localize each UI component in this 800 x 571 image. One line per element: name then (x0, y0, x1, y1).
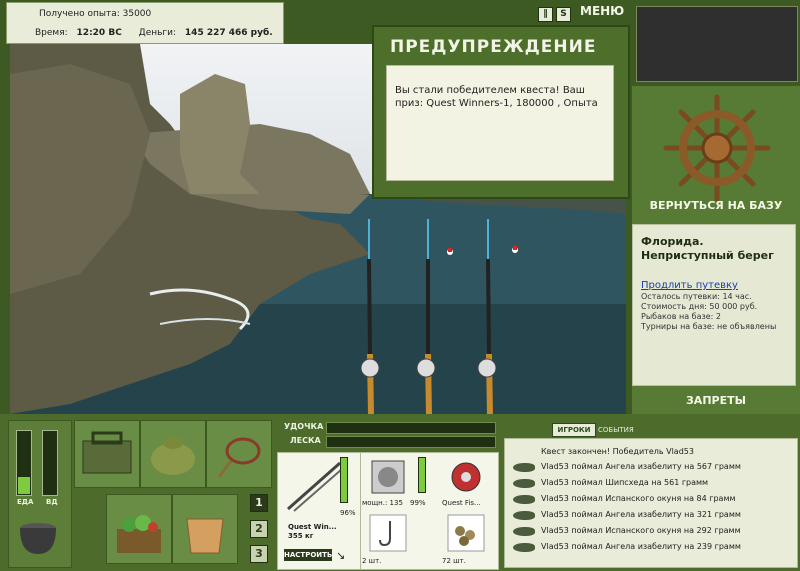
extend-trip-link[interactable]: Продлить путевку (641, 280, 738, 291)
rod-tension-slider[interactable] (326, 422, 496, 434)
time-label: Время: (35, 28, 68, 38)
list-item: Vlad53 поймал Ангела изабелиту на 321 гр… (541, 510, 741, 519)
food-label: ЕДА (17, 498, 34, 506)
tab-events[interactable]: СОБЫТИЯ (598, 423, 634, 437)
tackle-box-icon (82, 431, 132, 474)
rod-name: Quest Win... (288, 523, 337, 531)
page-button-1[interactable]: 1 (250, 494, 268, 512)
return-to-base-button[interactable]: ВЕРНУТЬСЯ НА БАЗУ (636, 199, 796, 212)
quest-result-message: Квест закончен! Победитель Vlad53 (541, 447, 694, 456)
time-money-row: Время: 12:20 ВС Деньги: 145 227 466 руб. (35, 28, 273, 38)
list-item: Vlad53 поймал Ангела изабелиту на 239 гр… (541, 542, 741, 551)
landing-net-icon (217, 437, 261, 478)
sound-icon[interactable]: S (556, 7, 571, 22)
setup-button[interactable]: НАСТРОИТЬ (284, 549, 332, 561)
list-item: Vlad53 поймал Ангела изабелиту на 567 гр… (541, 462, 741, 471)
location-title: Флорида. Неприступный берег (641, 235, 774, 262)
warning-dialog: ПРЕДУПРЕЖДЕНИЕ Вы стали победителем квес… (372, 25, 630, 199)
pause-icon[interactable]: ∥ (538, 7, 553, 22)
cauldron-icon[interactable] (16, 514, 60, 558)
bait-icon[interactable] (446, 513, 486, 553)
events-log: Квест закончен! Победитель Vlad53 Vlad53… (504, 438, 798, 568)
line-caption: Quest Fis... (442, 499, 481, 507)
bag-icon (151, 437, 195, 475)
rod-3 (477, 219, 497, 414)
fish-icon (513, 463, 535, 472)
rod-2 (416, 219, 436, 414)
warning-message: Вы стали победителем квеста! Ваш приз: Q… (386, 65, 614, 181)
fish-icon (513, 479, 535, 488)
inventory-slot-bag[interactable] (140, 420, 206, 488)
tournaments-at-base: Турниры на базе: не объявлены (641, 322, 777, 331)
line-tension-slider[interactable] (326, 436, 496, 448)
warning-title: ПРЕДУПРЕЖДЕНИЕ (390, 37, 597, 57)
player-info-panel: Получено опыта: 35000 Время: 12:20 ВС Де… (6, 2, 284, 44)
bucket-icon (186, 518, 224, 554)
experience-row: Получено опыта: 35000 (39, 9, 151, 19)
tackle-panel: Quest Win... 355 кг 96% НАСТРОИТЬ ↘ мощн… (277, 452, 499, 570)
food-meter-fill (18, 476, 30, 494)
bait-count: 72 шт. (442, 557, 466, 565)
list-item: Vlad53 поймал Испанского окуня на 84 гра… (541, 494, 736, 503)
location-info: Флорида. Неприступный берег Продлить пут… (632, 224, 796, 386)
drink-meter (42, 430, 58, 496)
ship-wheel-icon[interactable] (662, 93, 772, 203)
experience-value: 35000 (122, 9, 152, 19)
top-toolbar: ∥ S МЕНЮ (536, 4, 626, 24)
line-label: ЛЕСКА (290, 436, 321, 445)
rod-icon[interactable] (284, 459, 344, 515)
list-item: Vlad53 поймал Шипсхеда на 561 грамм (541, 478, 709, 487)
fish-icon (513, 495, 535, 504)
fishing-line-icon[interactable] (446, 457, 486, 497)
page-button-3[interactable]: 3 (250, 545, 268, 563)
minimap-panel (636, 6, 798, 82)
list-item: Vlad53 поймал Испанского окуня на 292 гр… (541, 526, 741, 535)
menu-button[interactable]: МЕНЮ (580, 4, 624, 18)
experience-label: Получено опыта: (39, 9, 120, 19)
food-meter (16, 430, 32, 496)
tab-players[interactable]: ИГРОКИ (552, 423, 596, 437)
drink-label: ВД (46, 498, 58, 506)
inventory-slot-tackle-box[interactable] (74, 420, 140, 488)
rod-percent: 96% (340, 509, 356, 517)
hook-icon[interactable] (368, 513, 408, 553)
reel-icon[interactable] (368, 457, 408, 497)
rod-durability-bar (340, 457, 348, 503)
day-cost: Стоимость дня: 50 000 руб. (641, 302, 758, 311)
arrow-icon: ↘ (336, 549, 346, 562)
hook-count: 2 шт. (362, 557, 382, 565)
fishers-at-base: Рыбаков на базе: 2 (641, 312, 721, 321)
rod-label: УДОЧКА (284, 422, 324, 431)
fish-icon (513, 543, 535, 552)
page-button-2[interactable]: 2 (250, 520, 268, 538)
inventory-slot-bucket[interactable] (172, 494, 238, 564)
inventory-slot-net[interactable] (206, 420, 272, 488)
money-value: 145 227 466 руб. (184, 28, 273, 38)
inventory-slot-basket[interactable] (106, 494, 172, 564)
fish-icon (513, 511, 535, 520)
money-label: Деньги: (138, 28, 177, 38)
reel-durability-bar (418, 457, 426, 493)
time-value: 12:20 ВС (76, 28, 122, 38)
reel-percent: 99% (410, 499, 426, 507)
vegetable-basket-icon (117, 515, 161, 553)
rod-1 (360, 219, 380, 414)
trip-remaining: Осталось путевки: 14 час. (641, 292, 752, 301)
fish-icon (513, 527, 535, 536)
reel-caption: мощн.: 135 (362, 499, 403, 507)
bans-button[interactable]: ЗАПРЕТЫ (632, 394, 800, 407)
rod-weight: 355 кг (288, 532, 314, 540)
